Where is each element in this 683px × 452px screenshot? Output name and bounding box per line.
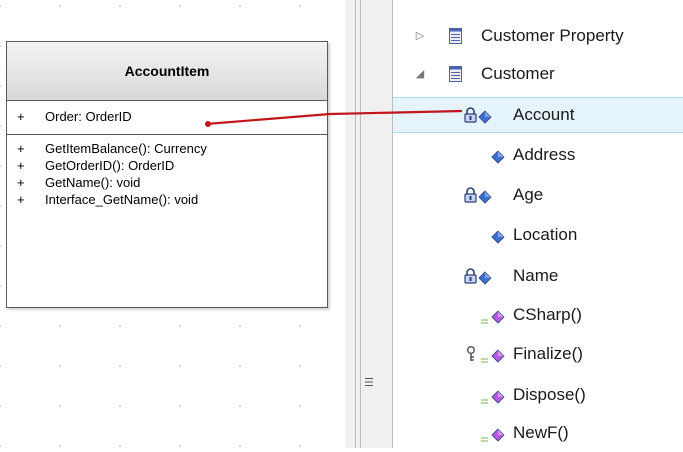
tree-member-label: Account [513, 105, 575, 124]
tree-member-label: Dispose() [513, 385, 586, 404]
operation-row[interactable]: + GetItemBalance(): Currency [7, 141, 327, 158]
method-marker-icon [481, 313, 489, 331]
tree-member-address[interactable]: Address [393, 138, 683, 174]
splitter-edge [355, 0, 356, 448]
table-icon [449, 66, 462, 82]
tree-node-customer-property[interactable]: ▷ Customer Property [393, 19, 683, 55]
lock-icon [464, 187, 477, 208]
attributes-compartment: + Order: OrderID [7, 101, 327, 135]
tree-member-csharp[interactable]: CSharp() [393, 298, 683, 334]
method-marker-icon [481, 431, 489, 449]
operations-compartment: + GetItemBalance(): Currency + GetOrderI… [7, 135, 327, 307]
visibility-marker: + [17, 158, 25, 173]
tree-member-label: NewF() [513, 423, 569, 442]
tree-node-customer[interactable]: ◢ Customer [393, 57, 683, 93]
tree-member-finalize[interactable]: Finalize() [393, 337, 683, 373]
visibility-marker: + [17, 109, 25, 124]
tree-node-label: Customer Property [481, 26, 624, 45]
tree-member-label: Location [513, 225, 578, 244]
expand-icon[interactable]: ▷ [413, 29, 427, 42]
lock-icon [464, 268, 477, 289]
attribute-row[interactable]: + Order: OrderID [7, 109, 327, 126]
visibility-marker: + [17, 192, 25, 207]
tree-member-dispose[interactable]: Dispose() [393, 378, 683, 414]
attribute-icon [478, 271, 492, 290]
tree-member-label: Finalize() [513, 344, 583, 363]
operation-text: Interface_GetName(): void [45, 192, 199, 207]
tree-node-label: Customer [481, 64, 555, 83]
key-icon [466, 346, 476, 367]
method-icon [491, 428, 505, 447]
browser-tree[interactable]: ▷ Customer Property ◢ Customer Account Addres… [393, 0, 683, 448]
method-icon [491, 390, 505, 409]
operation-row[interactable]: + Interface_GetName(): void [7, 192, 327, 209]
tree-member-label: Name [513, 266, 559, 285]
method-marker-icon [481, 393, 489, 411]
splitter-edge [360, 0, 361, 448]
table-icon [449, 28, 462, 44]
tree-member-age[interactable]: Age [393, 178, 683, 214]
operation-row[interactable]: + GetOrderID(): OrderID [7, 158, 327, 175]
attribute-icon [478, 110, 492, 129]
visibility-marker: + [17, 141, 25, 156]
grip-lines-icon[interactable] [364, 376, 374, 388]
operation-text: GetItemBalance(): Currency [45, 141, 207, 156]
tree-member-label: CSharp() [513, 305, 582, 324]
collapse-icon[interactable]: ◢ [413, 67, 427, 80]
operation-row[interactable]: + GetName(): void [7, 175, 327, 192]
diagram-canvas[interactable]: AccountItem + Order: OrderID + GetItemBa… [0, 0, 345, 448]
attribute-icon [478, 190, 492, 209]
tree-member-newf[interactable]: NewF() [393, 416, 683, 452]
attribute-icon [491, 150, 505, 169]
class-element-accountitem[interactable]: AccountItem + Order: OrderID + GetItemBa… [6, 41, 328, 308]
tree-member-location[interactable]: Location [393, 218, 683, 254]
tree-member-account[interactable]: Account [393, 97, 683, 133]
operation-text: GetOrderID(): OrderID [45, 158, 175, 173]
lock-icon [464, 107, 477, 128]
operation-text: GetName(): void [45, 175, 141, 190]
tree-member-name[interactable]: Name [393, 259, 683, 295]
method-icon [491, 310, 505, 329]
attribute-text: Order: OrderID [45, 109, 132, 124]
method-marker-icon [481, 352, 489, 370]
method-icon [491, 349, 505, 368]
class-header: AccountItem [7, 42, 327, 101]
tree-member-label: Age [513, 185, 544, 204]
class-name: AccountItem [124, 63, 210, 79]
tree-member-label: Address [513, 145, 576, 164]
attribute-icon [491, 230, 505, 249]
visibility-marker: + [17, 175, 25, 190]
